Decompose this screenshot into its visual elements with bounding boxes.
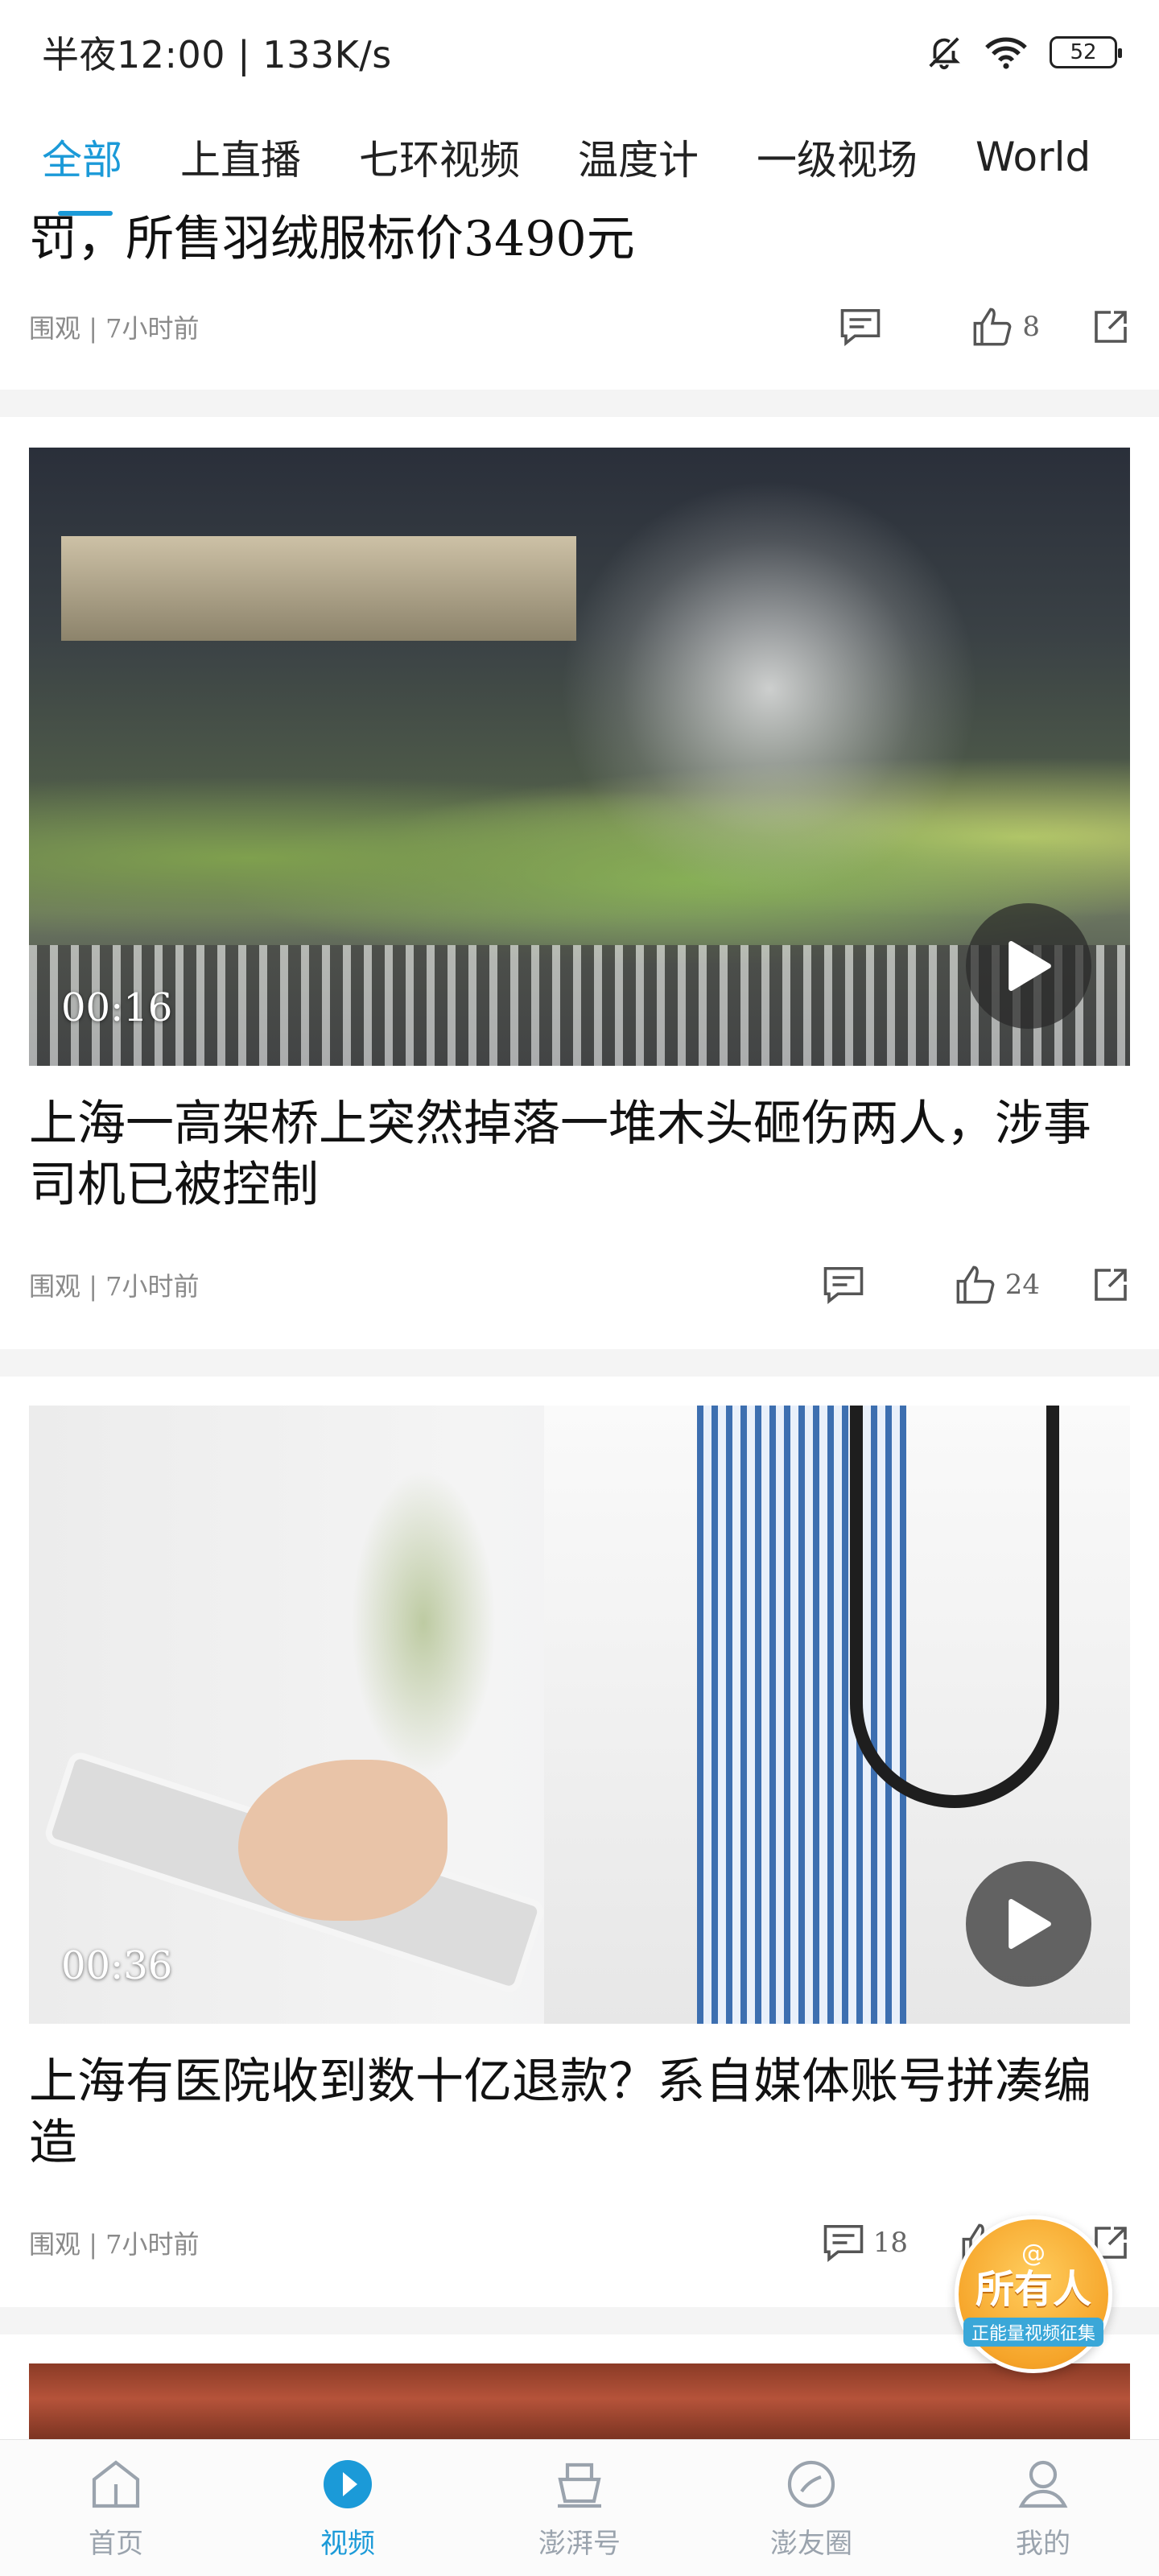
tab-qihuan-video[interactable]: 七环视频 [359,128,520,186]
thumbnail-image-detail [560,480,979,898]
time-label: 7小时前 [105,313,200,344]
tab-first-view[interactable]: 一级视场 [757,128,918,186]
feed-item-title[interactable]: 罚，所售羽绒服标价3490元 [29,200,635,261]
feed-item-title[interactable]: 上海有医院收到数十亿退款？系自媒体账号拼凑编造 [29,2051,1130,2174]
badge-title: 所有人 [975,2267,1091,2312]
share-button[interactable] [1091,308,1130,346]
thumbs-up-icon [956,1265,995,1304]
nav-label: 澎湃号 [538,2528,621,2560]
badge-subtitle: 正能量视频征集 [963,2318,1103,2347]
channel-tabs: 全部 上直播 七环视频 温度计 一级视场 World [0,113,1159,201]
video-duration: 00:36 [61,1943,173,1988]
comment-icon [823,2224,864,2262]
like-button[interactable]: 8 [971,306,1040,348]
tab-all[interactable]: 全部 [42,128,122,186]
play-icon [1008,1899,1051,1949]
comment-button[interactable] [839,307,882,347]
like-count: 24 [1004,1269,1040,1301]
share-button[interactable] [1091,1265,1130,1304]
feed-separator [0,390,1159,417]
campaign-badge[interactable]: @ 所有人 正能量视频征集 [955,2215,1112,2373]
comment-button[interactable] [822,1265,865,1305]
comment-count: 18 [872,2227,908,2259]
feed-item-meta: 围观 | 7小时前 8 [29,303,1130,351]
nav-pengpai-hao[interactable]: 澎湃号 [464,2440,695,2576]
source-time: 围观 | 7小时前 [29,2229,200,2260]
comment-button[interactable]: 18 [822,2223,908,2263]
play-button[interactable] [966,1861,1091,1987]
bottom-nav: 首页 视频 澎湃号 澎友圈 我的 [0,2439,1159,2576]
feed-separator [0,1349,1159,1377]
video-thumbnail[interactable]: 00:16 [29,448,1130,1066]
comment-icon [823,1266,864,1304]
battery-icon: 52 [1050,36,1122,68]
status-time: 半夜12:00 | 133K/s [42,33,392,76]
video-play-icon [324,2460,372,2508]
tab-thermometer[interactable]: 温度计 [578,128,699,186]
thumbnail-image-detail [238,1760,448,1921]
feed-item-meta: 围观 | 7小时前 24 [29,1261,1130,1309]
comment-icon [841,308,881,346]
nav-label: 澎友圈 [770,2528,852,2560]
source-label: 围观 [29,313,81,344]
user-icon [1018,2460,1068,2508]
nav-video[interactable]: 视频 [232,2440,464,2576]
active-tab-indicator [58,211,113,216]
thumbnail-image [61,536,576,641]
source-time: 围观 | 7小时前 [29,1271,200,1302]
nav-home[interactable]: 首页 [0,2440,232,2576]
tab-world[interactable]: World [975,134,1091,180]
video-thumbnail[interactable]: 00:36 [29,1406,1130,2024]
source-label: 围观 [29,1271,81,1302]
battery-level: 52 [1070,40,1097,64]
chat-circle-icon [787,2460,835,2508]
play-icon [1008,941,1051,991]
ship-icon [558,2462,601,2508]
nav-label: 首页 [89,2528,143,2560]
time-label: 7小时前 [105,1271,200,1302]
tab-live[interactable]: 上直播 [180,128,301,186]
bell-off-icon [929,37,960,70]
feed-item-title[interactable]: 上海一高架桥上突然掉落一堆木头砸伤两人，涉事司机已被控制 [29,1093,1130,1216]
nav-pengyou-quan[interactable]: 澎友圈 [695,2440,927,2576]
video-duration: 00:16 [61,985,173,1030]
share-icon [1095,1269,1127,1301]
thumbnail-image-detail [850,1406,1059,1808]
status-bar: 半夜12:00 | 133K/s 52 [0,0,1159,105]
source-label: 围观 [29,2229,81,2260]
status-icons: 52 [926,34,1122,71]
like-count: 8 [1022,311,1040,343]
nav-label: 视频 [320,2528,375,2560]
badge-at: @ [1021,2240,1046,2268]
like-button[interactable]: 24 [954,1264,1040,1306]
source-time: 围观 | 7小时前 [29,313,200,344]
item-actions: 24 [822,1264,1130,1306]
thumbs-up-icon [973,308,1012,346]
thumbnail-image-detail [29,945,1130,1066]
play-button[interactable] [966,903,1091,1029]
nav-label: 我的 [1016,2528,1070,2560]
thumbnail-image [351,1470,496,1776]
share-icon [1095,311,1127,343]
nav-me[interactable]: 我的 [927,2440,1159,2576]
wifi-icon [985,37,1027,69]
home-icon [92,2460,140,2508]
time-label: 7小时前 [105,2229,200,2260]
item-actions: 8 [839,306,1130,348]
